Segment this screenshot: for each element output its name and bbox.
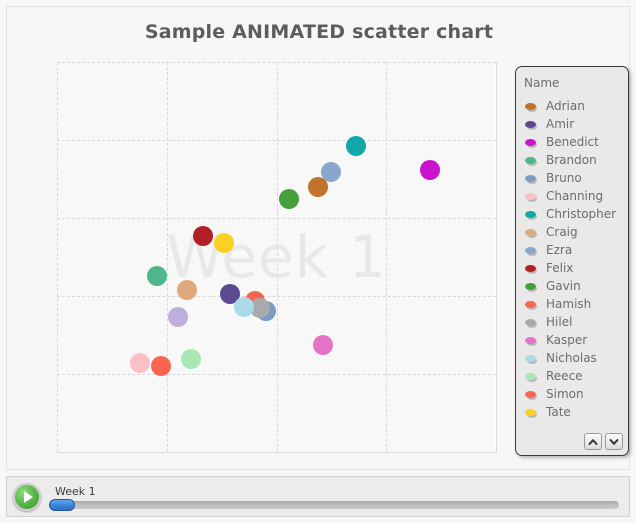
legend-item-label: Felix <box>546 261 574 275</box>
legend-item-label: Kasper <box>546 333 588 347</box>
legend-item[interactable]: Simon <box>516 385 628 403</box>
chart-frame: Sample ANIMATED scatter chart Week 1 Nam… <box>6 6 630 470</box>
legend-title: Name <box>524 76 560 90</box>
gridline-vertical <box>166 62 168 452</box>
legend-item-label: Adrian <box>546 99 585 113</box>
legend-scroll-up-button[interactable] <box>584 433 602 450</box>
legend-marker-icon <box>524 246 539 256</box>
legend-item[interactable]: Gavin <box>516 277 628 295</box>
legend-item-label: Hilel <box>546 315 573 329</box>
legend-item[interactable]: Amir <box>516 115 628 133</box>
legend-scroll-controls[interactable] <box>584 433 623 450</box>
legend-marker-icon <box>524 174 539 184</box>
legend-scroll-down-button[interactable] <box>605 433 623 450</box>
legend-marker-icon <box>524 336 539 346</box>
scatter-point[interactable] <box>345 135 366 156</box>
legend-item[interactable]: Brandon <box>516 151 628 169</box>
frame-label: Week 1 <box>55 485 96 498</box>
gridline-vertical <box>386 62 388 452</box>
legend-item-label: Reece <box>546 369 583 383</box>
plot-area[interactable]: Week 1 <box>57 62 497 453</box>
legend-marker-icon <box>524 102 539 112</box>
gridline-vertical <box>276 62 278 452</box>
legend-marker-icon <box>524 354 539 364</box>
legend-item-label: Brandon <box>546 153 597 167</box>
scatter-chart-app: Sample ANIMATED scatter chart Week 1 Nam… <box>0 0 636 523</box>
legend-item-label: Ezra <box>546 243 573 257</box>
scatter-point[interactable] <box>147 266 168 287</box>
scatter-point[interactable] <box>193 225 214 246</box>
legend-marker-icon <box>524 264 539 274</box>
legend-item-label: Christopher <box>546 207 617 221</box>
scatter-point[interactable] <box>213 233 234 254</box>
legend-item[interactable]: Benedict <box>516 133 628 151</box>
scatter-point[interactable] <box>233 296 254 317</box>
timeline-slider[interactable] <box>49 499 619 511</box>
legend-item-label: Benedict <box>546 135 599 149</box>
legend-panel[interactable]: Name Adrian Amir Benedict Brandon Bruno Chann… <box>515 66 629 456</box>
legend-marker-icon <box>524 390 539 400</box>
legend-item[interactable]: Reece <box>516 367 628 385</box>
plot-right-border <box>496 62 497 453</box>
legend-marker-icon <box>524 282 539 292</box>
legend-item[interactable]: Ezra <box>516 241 628 259</box>
scatter-point[interactable] <box>312 334 333 355</box>
legend-marker-icon <box>524 120 539 130</box>
legend-item[interactable]: Nicholas <box>516 349 628 367</box>
legend-item[interactable]: Craig <box>516 223 628 241</box>
legend-marker-icon <box>524 192 539 202</box>
legend-item[interactable]: Bruno <box>516 169 628 187</box>
legend-marker-icon <box>524 156 539 166</box>
timeline-slider-thumb[interactable] <box>49 499 75 511</box>
scatter-point[interactable] <box>321 161 342 182</box>
legend-item[interactable]: Tate <box>516 403 628 421</box>
legend-item[interactable]: Adrian <box>516 97 628 115</box>
chevron-up-icon <box>588 438 598 445</box>
legend-item-label: Simon <box>546 387 584 401</box>
legend-item[interactable]: Channing <box>516 187 628 205</box>
scatter-point[interactable] <box>130 353 151 374</box>
scatter-point[interactable] <box>180 348 201 369</box>
legend-item[interactable]: Felix <box>516 259 628 277</box>
scatter-point[interactable] <box>278 188 299 209</box>
scatter-point[interactable] <box>176 280 197 301</box>
legend-marker-icon <box>524 228 539 238</box>
legend-item-label: Channing <box>546 189 604 203</box>
gridline-vertical <box>57 62 58 452</box>
legend-item-label: Craig <box>546 225 578 239</box>
plot-bottom-border <box>57 452 497 453</box>
legend-marker-icon <box>524 408 539 418</box>
legend-item-label: Gavin <box>546 279 581 293</box>
legend-items[interactable]: Adrian Amir Benedict Brandon Bruno Channing Ch… <box>516 97 628 421</box>
scatter-point[interactable] <box>420 160 441 181</box>
legend-item-label: Nicholas <box>546 351 597 365</box>
legend-item-label: Bruno <box>546 171 582 185</box>
legend-item-label: Hamish <box>546 297 592 311</box>
legend-marker-icon <box>524 138 539 148</box>
legend-item[interactable]: Hamish <box>516 295 628 313</box>
play-button[interactable] <box>13 483 41 511</box>
scatter-point[interactable] <box>167 307 188 328</box>
legend-marker-icon <box>524 372 539 382</box>
scatter-point[interactable] <box>151 356 172 377</box>
animation-player-bar: Week 1 <box>6 476 630 517</box>
legend-marker-icon <box>524 210 539 220</box>
legend-marker-icon <box>524 300 539 310</box>
legend-marker-icon <box>524 318 539 328</box>
legend-item[interactable]: Christopher <box>516 205 628 223</box>
legend-item-label: Amir <box>546 117 575 131</box>
legend-item[interactable]: Hilel <box>516 313 628 331</box>
play-icon <box>24 491 33 503</box>
page-title: Sample ANIMATED scatter chart <box>144 21 494 43</box>
chevron-down-icon <box>609 438 619 445</box>
legend-item[interactable]: Kasper <box>516 331 628 349</box>
legend-item-label: Tate <box>546 405 571 419</box>
